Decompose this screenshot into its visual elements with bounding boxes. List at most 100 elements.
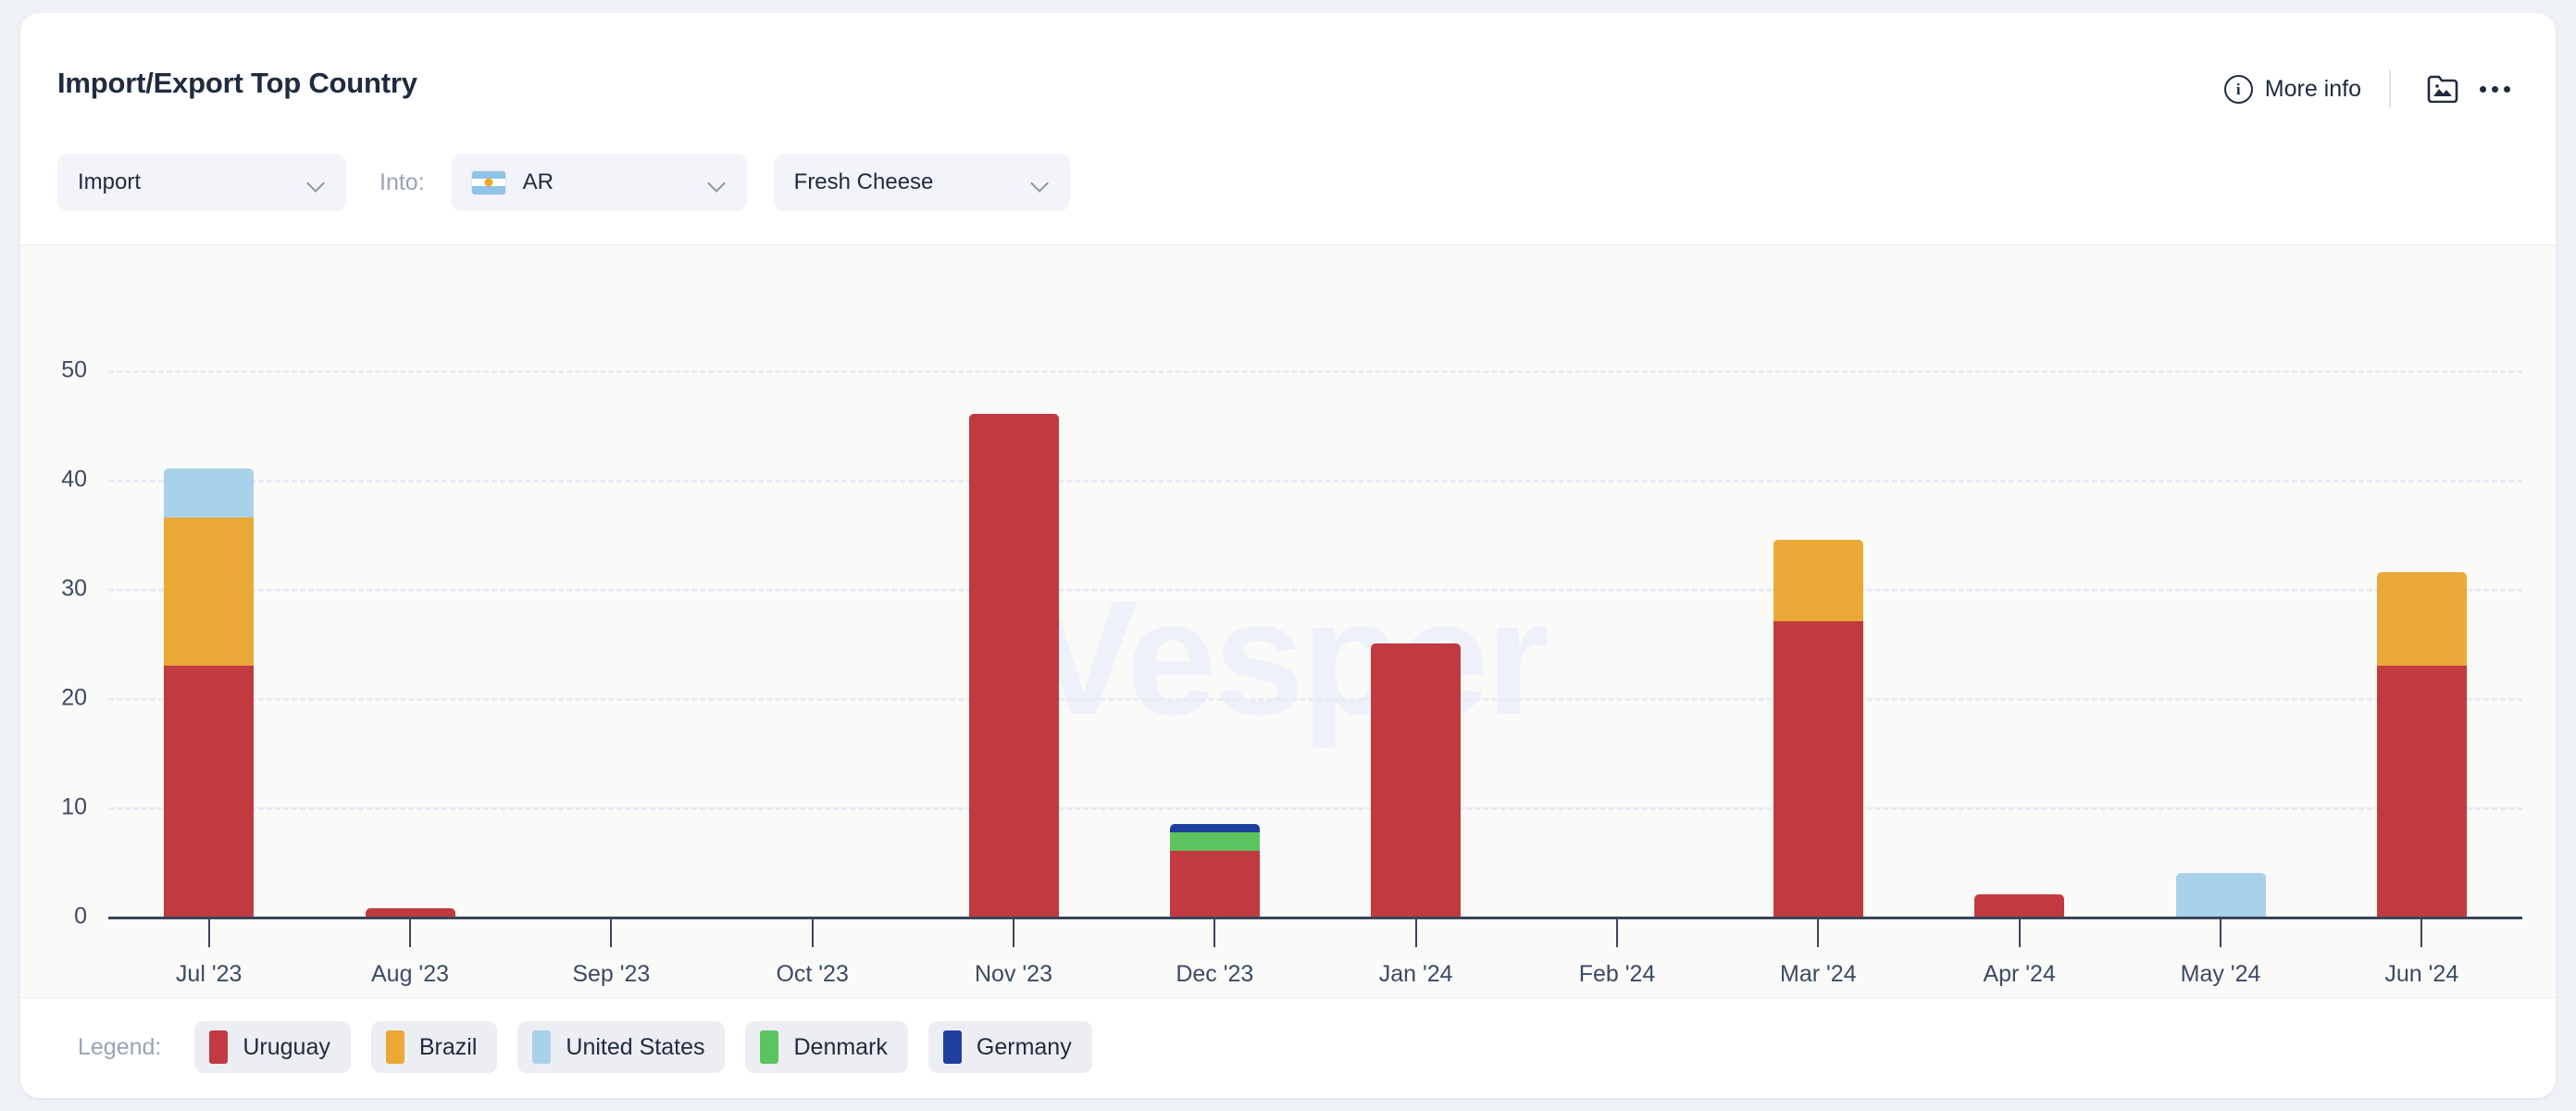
bar-segment-united-states xyxy=(164,468,255,518)
legend-item-label: United States xyxy=(566,1033,705,1060)
bar-segment-uruguay xyxy=(365,907,455,917)
x-axis-tick xyxy=(610,919,613,947)
bar-chart: 0 10 20 30 40 50 Jul '23 Aug '23 Sep '23 Oct '23 N… xyxy=(20,245,2556,997)
x-axis-tick-label: Nov '23 xyxy=(975,961,1052,987)
trade-direction-select[interactable]: Import xyxy=(57,154,346,211)
chevron-down-icon xyxy=(708,177,727,188)
bar-segment-uruguay xyxy=(1169,851,1260,917)
product-value: Fresh Cheese xyxy=(793,169,934,194)
x-axis-tick-label: May '24 xyxy=(2180,961,2261,987)
into-label: Into: xyxy=(380,169,425,195)
x-axis-tick xyxy=(1616,919,1618,947)
page-title: Import/Export Top Country xyxy=(57,67,417,99)
chart-bar[interactable] xyxy=(1169,823,1260,917)
bar-segment-brazil xyxy=(2376,572,2467,666)
bar-segment-uruguay xyxy=(1773,621,1863,917)
gridline xyxy=(108,807,2522,810)
bar-segment-uruguay xyxy=(164,665,255,917)
legend-item[interactable]: Uruguay xyxy=(194,1021,351,1073)
legend-item[interactable]: Germany xyxy=(927,1021,1092,1073)
x-axis-tick xyxy=(1213,919,1216,947)
card-header: Import/Export Top Country i More info Im… xyxy=(20,13,2556,244)
bar-segment-uruguay xyxy=(2376,665,2467,917)
x-axis-tick-label: Feb '24 xyxy=(1578,961,1656,987)
bar-segment-denmark xyxy=(1169,832,1260,852)
y-axis-tick-label: 20 xyxy=(61,684,87,711)
x-axis-tick xyxy=(207,919,210,947)
legend-color-swatch xyxy=(532,1030,552,1064)
x-axis-tick-label: Jan '24 xyxy=(1378,961,1453,987)
bar-segment-united-states xyxy=(2175,872,2266,917)
chart-bar[interactable] xyxy=(365,907,455,917)
y-axis-tick-label: 10 xyxy=(61,793,87,820)
chart-bar[interactable] xyxy=(968,414,1059,917)
x-axis-tick xyxy=(409,919,411,947)
gridline xyxy=(108,370,2522,373)
y-axis-tick-label: 0 xyxy=(74,903,87,930)
legend-item-label: Brazil xyxy=(418,1033,478,1060)
legend-color-swatch xyxy=(942,1030,962,1064)
x-axis-tick-label: Aug '23 xyxy=(370,961,450,987)
image-folder-button[interactable] xyxy=(2417,69,2469,109)
x-axis-tick xyxy=(1414,919,1417,947)
chart-bar[interactable] xyxy=(2376,572,2467,917)
more-info-button[interactable]: i More info xyxy=(2223,74,2389,104)
chart-bar[interactable] xyxy=(1371,643,1462,917)
legend-item-label: Uruguay xyxy=(243,1033,330,1060)
x-axis-tick xyxy=(1817,919,1820,947)
bar-segment-uruguay xyxy=(1371,643,1462,917)
header-divider xyxy=(2389,70,2391,107)
bar-segment-brazil xyxy=(164,518,255,666)
x-axis-tick-label: Mar '24 xyxy=(1780,961,1857,987)
chart-legend: Legend: Uruguay Brazil United States Denmar… xyxy=(20,996,2556,1098)
chart-bar[interactable] xyxy=(164,468,255,917)
more-info-label: More info xyxy=(2264,75,2361,102)
country-select[interactable]: AR xyxy=(450,154,747,211)
legend-title: Legend: xyxy=(78,1033,162,1060)
legend-color-swatch xyxy=(209,1030,229,1064)
chart-bar[interactable] xyxy=(2175,872,2266,917)
x-axis-tick xyxy=(2220,919,2221,947)
x-axis-tick xyxy=(811,919,814,947)
x-axis-tick xyxy=(2420,919,2423,947)
image-folder-icon xyxy=(2427,75,2458,103)
x-axis-tick-label: Sep '23 xyxy=(572,961,651,987)
x-axis-line xyxy=(108,917,2522,919)
legend-item-label: Germany xyxy=(976,1033,1072,1060)
gridline xyxy=(108,589,2522,592)
legend-color-swatch xyxy=(385,1030,404,1064)
argentina-flag-icon xyxy=(470,169,506,195)
ellipsis-icon xyxy=(2479,85,2510,93)
legend-item-label: Denmark xyxy=(793,1033,888,1060)
chart-plot-area: Vesper 0 10 20 30 40 50 Jul '23 Aug '23 Sep '23 O… xyxy=(20,244,2556,998)
x-axis-tick-label: Dec '23 xyxy=(1176,961,1254,987)
chevron-down-icon xyxy=(1031,177,1050,188)
bar-segment-brazil xyxy=(1773,539,1863,622)
chevron-down-icon xyxy=(307,177,326,188)
gridline xyxy=(108,480,2522,482)
chart-bar[interactable] xyxy=(1974,894,2065,917)
country-value: AR xyxy=(522,169,554,194)
legend-item[interactable]: Brazil xyxy=(370,1021,498,1073)
x-axis-tick-label: Apr '24 xyxy=(1983,961,2056,987)
x-axis-tick xyxy=(1013,919,1014,947)
gridline xyxy=(108,698,2522,701)
chart-bar[interactable] xyxy=(1773,539,1863,917)
trade-direction-value: Import xyxy=(78,169,142,194)
bar-segment-uruguay xyxy=(968,414,1059,917)
legend-item[interactable]: Denmark xyxy=(745,1021,908,1073)
bar-segment-uruguay xyxy=(1974,894,2065,917)
bar-segment-germany xyxy=(1169,823,1260,833)
x-axis-tick-label: Jul '23 xyxy=(175,961,243,987)
info-circle-icon: i xyxy=(2223,74,2253,104)
legend-item[interactable]: United States xyxy=(517,1021,726,1073)
legend-color-swatch xyxy=(760,1030,779,1064)
overflow-menu-button[interactable] xyxy=(2469,69,2520,109)
header-actions: i More info xyxy=(2223,69,2520,109)
x-axis-tick xyxy=(2018,919,2021,947)
product-select[interactable]: Fresh Cheese xyxy=(773,154,1070,211)
filter-bar: Import Into: AR Fresh Cheese xyxy=(57,154,1070,211)
x-axis-tick-label: Oct '23 xyxy=(776,961,849,987)
y-axis-tick-label: 40 xyxy=(61,466,87,493)
y-axis-tick-label: 50 xyxy=(61,356,87,383)
